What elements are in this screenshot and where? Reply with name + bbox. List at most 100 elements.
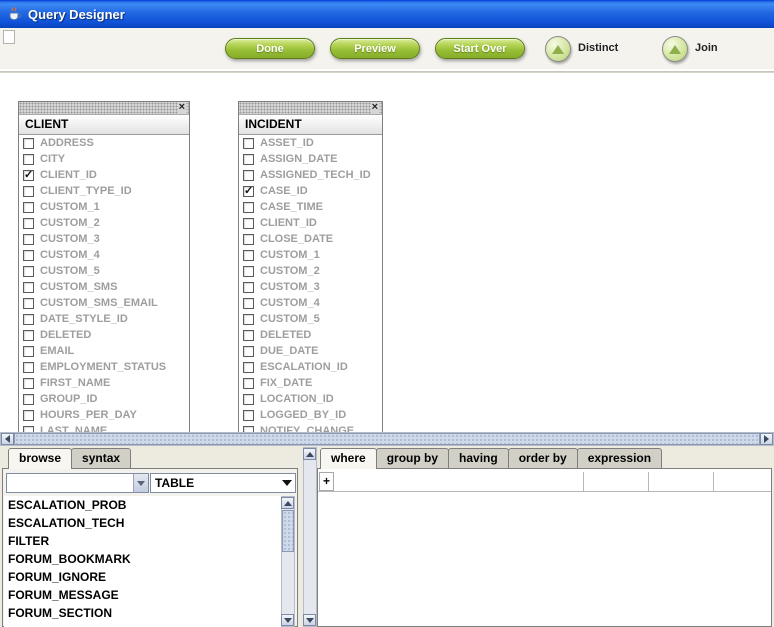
checkbox[interactable] [23,314,34,325]
field-row[interactable]: CUSTOM_2 [239,263,382,279]
field-row[interactable]: DUE_DATE [239,343,382,359]
scroll-up-button[interactable] [281,497,294,509]
field-row[interactable]: CASE_ID [239,183,382,199]
field-row[interactable]: GROUP_ID [19,391,189,407]
toolbar-drag-handle[interactable] [3,30,15,44]
done-button[interactable]: Done [225,38,315,59]
field-filter-combobox[interactable] [6,473,149,493]
start-over-button[interactable]: Start Over [435,38,525,59]
field-row[interactable]: CASE_TIME [239,199,382,215]
field-row[interactable]: CUSTOM_5 [19,263,189,279]
field-row[interactable]: CUSTOM_SMS_EMAIL [19,295,189,311]
tab-expression[interactable]: expression [577,448,662,468]
frame-titlebar[interactable]: × [19,102,189,115]
table-list-scrollbar[interactable] [281,496,295,627]
scroll-down-button[interactable] [281,614,294,626]
table-list-item[interactable]: ESCALATION_TECH [4,514,281,532]
checkbox[interactable] [243,378,254,389]
filter-dropdown-button[interactable] [133,474,148,492]
close-icon[interactable]: × [178,101,186,114]
clause-panel-scrollbar[interactable] [303,447,317,627]
checkbox[interactable] [23,362,34,373]
tab-order-by[interactable]: order by [508,448,578,468]
field-row[interactable]: CUSTOM_1 [239,247,382,263]
field-row[interactable]: HOURS_PER_DAY [19,407,189,423]
checkbox[interactable] [23,410,34,421]
table-list-item[interactable]: ESCALATION_PROB [4,496,281,514]
titlebar[interactable]: Query Designer [0,0,774,28]
field-row[interactable]: LOGGED_BY_ID [239,407,382,423]
field-row[interactable]: CUSTOM_5 [239,311,382,327]
field-row[interactable]: CUSTOM_1 [19,199,189,215]
checkbox[interactable] [243,266,254,277]
field-row[interactable]: LAST_NAME [19,423,189,432]
field-row[interactable]: ASSIGNED_TECH_ID [239,167,382,183]
checkbox[interactable] [23,330,34,341]
field-row[interactable]: ADDRESS [19,135,189,151]
checkbox[interactable] [243,330,254,341]
field-row[interactable]: ESCALATION_ID [239,359,382,375]
field-row[interactable]: EMAIL [19,343,189,359]
tab-group-by[interactable]: group by [376,448,449,468]
table-list-item[interactable]: FORUM_SECTION [4,604,281,622]
tab-browse[interactable]: browse [8,448,72,469]
close-icon[interactable]: × [371,101,379,114]
checkbox[interactable] [243,202,254,213]
preview-button[interactable]: Preview [330,38,420,59]
field-row[interactable]: CUSTOM_3 [239,279,382,295]
field-row[interactable]: CUSTOM_SMS [19,279,189,295]
desktop-horizontal-scrollbar[interactable] [0,432,774,446]
checkbox[interactable] [243,298,254,309]
field-row[interactable]: CLIENT_ID [239,215,382,231]
checkbox[interactable] [23,202,34,213]
scroll-down-button[interactable] [303,614,316,626]
distinct-toggle-button[interactable] [545,36,571,62]
horizontal-scroll-thumb[interactable] [14,433,760,445]
field-row[interactable]: CLOSE_DATE [239,231,382,247]
checkbox[interactable] [243,170,254,181]
field-row[interactable]: DELETED [19,327,189,343]
field-row[interactable]: NOTIFY_CHANGE [239,423,382,432]
checkbox[interactable] [243,154,254,165]
checkbox[interactable] [243,346,254,357]
checkbox[interactable] [23,186,34,197]
field-row[interactable]: LOCATION_ID [239,391,382,407]
table-list-item[interactable]: FORUM_MESSAGE [4,586,281,604]
vertical-scroll-thumb[interactable] [282,510,294,552]
scroll-up-button[interactable] [303,448,316,460]
scroll-left-button[interactable] [1,433,14,445]
checkbox[interactable] [23,282,34,293]
table-list-item[interactable]: FORUM_IGNORE [4,568,281,586]
field-filter-input[interactable] [7,474,133,492]
checkbox[interactable] [243,250,254,261]
checkbox[interactable] [23,234,34,245]
field-row[interactable]: CUSTOM_2 [19,215,189,231]
checkbox[interactable] [243,314,254,325]
table-list-item[interactable]: FILTER [4,532,281,550]
checkbox[interactable] [243,394,254,405]
checkbox[interactable] [23,266,34,277]
checkbox[interactable] [243,410,254,421]
field-row[interactable]: CUSTOM_4 [239,295,382,311]
tab-having[interactable]: having [448,448,509,468]
join-toggle-button[interactable] [662,36,688,62]
checkbox[interactable] [23,138,34,149]
checkbox[interactable] [243,362,254,373]
field-row[interactable]: CLIENT_TYPE_ID [19,183,189,199]
checkbox[interactable] [243,218,254,229]
field-row[interactable]: EMPLOYMENT_STATUS [19,359,189,375]
add-row-cell[interactable]: + [319,472,334,491]
field-row[interactable]: DATE_STYLE_ID [19,311,189,327]
frame-titlebar[interactable]: × [239,102,382,115]
field-row[interactable]: CLIENT_ID [19,167,189,183]
checkbox[interactable] [23,394,34,405]
checkbox[interactable] [23,218,34,229]
field-row[interactable]: FIX_DATE [239,375,382,391]
checkbox[interactable] [23,170,34,181]
field-row[interactable]: FIRST_NAME [19,375,189,391]
field-row[interactable]: CUSTOM_3 [19,231,189,247]
tab-where[interactable]: where [320,448,377,469]
checkbox[interactable] [243,186,254,197]
field-row[interactable]: ASSIGN_DATE [239,151,382,167]
checkbox[interactable] [23,378,34,389]
